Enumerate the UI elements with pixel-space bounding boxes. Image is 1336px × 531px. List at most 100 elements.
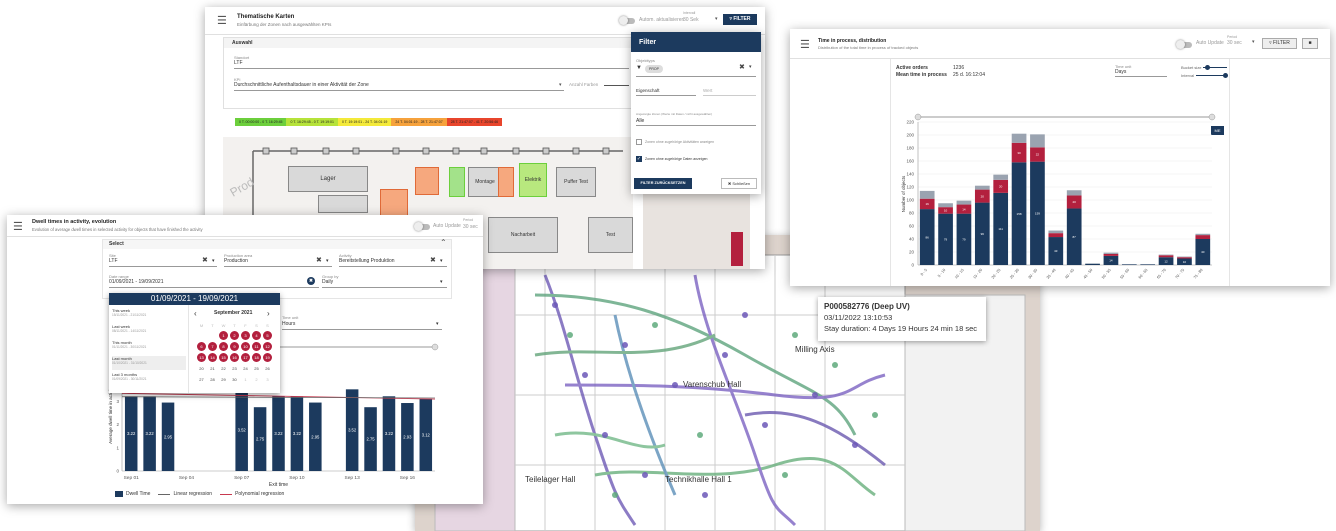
calendar-day-next-month[interactable]: 3 <box>263 375 272 384</box>
check-no-data[interactable]: ✓ <box>636 156 642 162</box>
calendar-day[interactable]: 13 <box>197 353 206 362</box>
zone-lager[interactable]: Lager <box>288 166 368 192</box>
zoom-handle-right <box>431 343 439 351</box>
chevron-down-icon[interactable]: ▾ <box>559 82 562 88</box>
calendar-day[interactable]: 8 <box>219 342 228 351</box>
calendar-day[interactable]: 27 <box>197 375 206 384</box>
calendar-day[interactable]: 5 <box>263 331 272 340</box>
calendar-day[interactable]: 6 <box>197 342 206 351</box>
calendar-day[interactable]: 2 <box>230 331 239 340</box>
interval-select[interactable]: 30 Sek <box>683 17 699 23</box>
legend-linear: Linear regression <box>173 491 213 497</box>
x-tick-label: 60 - 65 <box>1138 268 1149 280</box>
preset-item[interactable]: Last week 08/11/2021 - 14/11/2021 <box>112 324 186 338</box>
prev-month-icon[interactable]: ‹ <box>194 309 197 318</box>
calendar-day[interactable]: 28 <box>208 375 217 384</box>
zone-unnamed[interactable] <box>318 195 368 213</box>
weekday-label: S <box>255 323 258 328</box>
x-tick-label: 30 - 35 <box>1028 268 1039 280</box>
value-input[interactable]: Wert <box>703 88 712 93</box>
calendar-day[interactable]: 9 <box>230 342 239 351</box>
weekday-label: T <box>211 323 214 328</box>
zone-green-1[interactable] <box>449 167 465 197</box>
zone-montage[interactable]: Montage <box>468 167 502 197</box>
zone-elektrik[interactable]: Elektrik <box>519 163 547 197</box>
y-tick-label: 2 <box>116 422 119 427</box>
y-tick-label: 180 <box>906 146 914 151</box>
reset-filter-button[interactable]: FILTER ZURÜCKSETZEN <box>634 178 692 189</box>
calendar-day-next-month[interactable]: 1 <box>241 375 250 384</box>
preset-item[interactable]: Last month 01/10/2021 - 31/10/2021 <box>112 356 186 370</box>
bar-segment <box>1140 264 1156 265</box>
calendar-day[interactable]: 26 <box>263 364 272 373</box>
map-label-milling: Milling Axis <box>795 345 835 354</box>
chip-prop[interactable]: PROP <box>645 65 663 73</box>
preset-item[interactable]: Last 3 months 01/09/2021 - 30/11/2021 <box>112 372 186 386</box>
calendar-day[interactable]: 22 <box>219 364 228 373</box>
auto-update-toggle[interactable] <box>619 16 635 25</box>
chevron-down-icon[interactable]: ▾ <box>715 16 718 22</box>
zone-nacharbeit[interactable]: Nacharbeit <box>488 217 558 253</box>
calendar-day[interactable]: 19 <box>263 353 272 362</box>
menu-icon[interactable]: ☰ <box>217 14 227 27</box>
calendar-day[interactable]: 30 <box>230 375 239 384</box>
preset-range: 15/11/2021 - 21/11/2021 <box>112 313 147 317</box>
bar-value-label: 2.75 <box>366 437 375 442</box>
calendar-day[interactable]: 1 <box>219 331 228 340</box>
legend-bucket: 0 T. 00:00:00 - 0 T. 16:29:45 <box>235 118 287 126</box>
zones-select[interactable]: Alle <box>636 118 644 124</box>
bar-segment <box>1158 254 1174 256</box>
calendar-day[interactable]: 4 <box>252 331 261 340</box>
x-tick-label: 55 - 60 <box>1119 268 1130 280</box>
map-controls[interactable] <box>731 232 743 266</box>
preset-item[interactable]: This week 15/11/2021 - 21/11/2021 <box>112 308 186 322</box>
next-month-icon[interactable]: › <box>267 309 270 318</box>
calendar-day-next-month[interactable]: 2 <box>252 375 261 384</box>
zone-test[interactable]: Test <box>588 217 633 253</box>
x-tick-label: 15 - 20 <box>972 268 983 280</box>
site-select[interactable]: LTF <box>234 60 243 66</box>
calendar-day[interactable]: 3 <box>241 331 250 340</box>
calendar-day[interactable]: 7 <box>208 342 217 351</box>
calendar-day[interactable]: 29 <box>219 375 228 384</box>
calendar-day[interactable]: 14 <box>208 353 217 362</box>
calendar-day[interactable]: 23 <box>230 364 239 373</box>
clear-icon[interactable]: ✖ <box>739 63 745 71</box>
close-button[interactable]: ✖ Schließen <box>721 178 757 189</box>
x-tick-label: 5 - 10 <box>937 268 946 278</box>
zone-orange-1[interactable] <box>380 189 408 217</box>
calendar-day[interactable]: 10 <box>241 342 250 351</box>
x-tick-label: Sep 07 <box>234 475 250 481</box>
y-tick-label: 220 <box>906 120 914 125</box>
property-select[interactable]: Eigenschaft <box>636 88 660 93</box>
y-tick-label: 120 <box>906 185 914 190</box>
calendar-day[interactable]: 25 <box>252 364 261 373</box>
bar-segment <box>919 190 935 199</box>
check-no-activities[interactable] <box>636 139 642 145</box>
zone-orange-2[interactable] <box>415 167 439 195</box>
bar-value-label: 40 <box>1201 250 1205 254</box>
bar-segment <box>974 185 990 190</box>
filter-button[interactable]: ▿ FILTER <box>723 14 757 25</box>
preset-item[interactable]: This month 01/11/2021 - 30/11/2021 <box>112 340 186 354</box>
calendar-day[interactable]: 15 <box>219 353 228 362</box>
bar-value-label: 22 <box>1036 153 1040 157</box>
calendar-day[interactable]: 20 <box>197 364 206 373</box>
calendar-day[interactable]: 21 <box>208 364 217 373</box>
check1-label: Zonen ohne zugehörige Aktivitäten anzeig… <box>645 140 715 144</box>
x-tick-label: Sep 01 <box>124 475 140 481</box>
kpi-select[interactable]: Durchschnittliche Aufenthaltsdauer in ei… <box>234 82 369 88</box>
x-tick-label: 25 - 30 <box>1009 268 1020 280</box>
calendar-day[interactable]: 17 <box>241 353 250 362</box>
calendar-day[interactable]: 12 <box>263 342 272 351</box>
y-tick-label: 200 <box>906 133 914 138</box>
zone-puffer-test[interactable]: Puffer Test <box>556 167 596 197</box>
zone-orange-3[interactable] <box>498 167 514 197</box>
preset-range: 01/10/2021 - 31/10/2021 <box>112 361 147 365</box>
date-picker-header: 01/09/2021 - 19/09/2021 <box>109 293 280 305</box>
calendar-day[interactable]: 11 <box>252 342 261 351</box>
calendar-day[interactable]: 18 <box>252 353 261 362</box>
calendar-day[interactable]: 16 <box>230 353 239 362</box>
chevron-down-icon[interactable]: ▾ <box>749 64 752 70</box>
calendar-day[interactable]: 24 <box>241 364 250 373</box>
